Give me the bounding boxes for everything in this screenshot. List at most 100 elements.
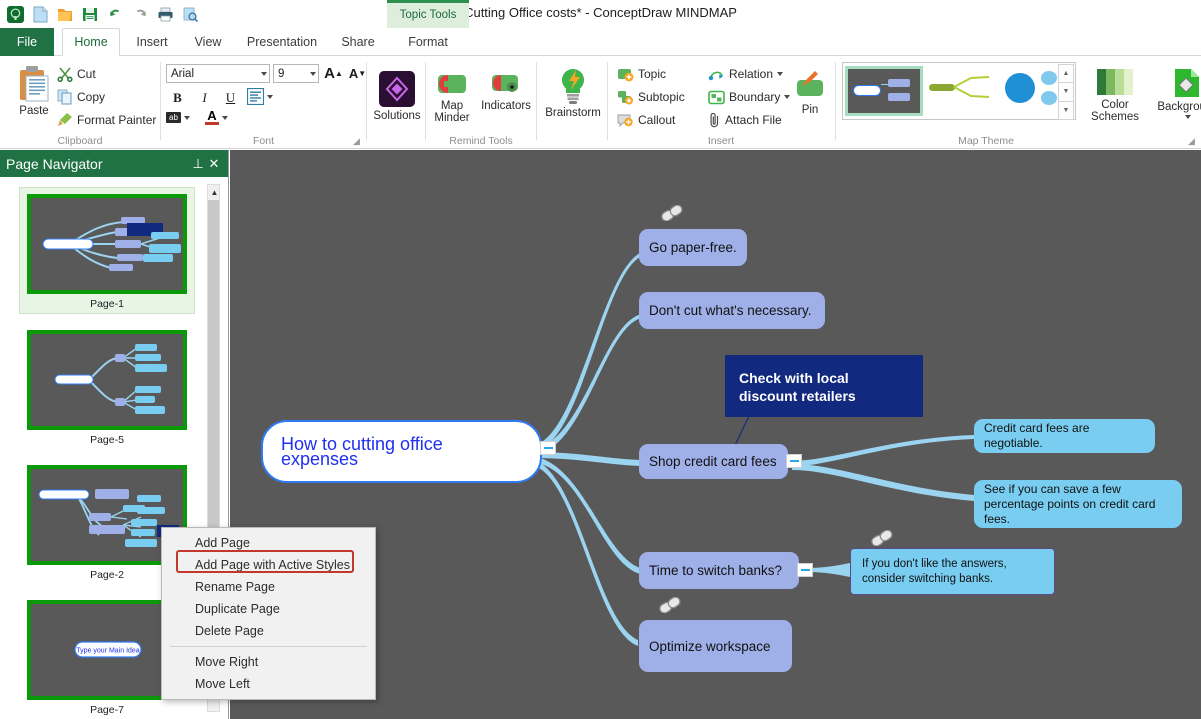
topic-go-paper-free[interactable]: Go paper-free. [639,229,747,266]
tab-insert[interactable]: Insert [124,28,180,56]
insert-topic-button[interactable]: Topic [614,64,669,84]
ribbon-group-clipboard: Paste Cut Copy Format Painter Clipboard [0,56,160,149]
page-context-menu[interactable]: Add Page Add Page with Active Styles Ren… [161,527,376,700]
menu-item-add-page-with-active-styles[interactable]: Add Page with Active Styles [162,554,375,576]
close-icon[interactable]: ✕ [206,156,222,172]
paste-icon [20,66,49,102]
chevron-down-icon[interactable] [261,71,267,76]
font-group-title: Font [252,135,274,147]
italic-button[interactable]: I [193,87,216,109]
font-color-swatch [205,122,219,125]
tab-file[interactable]: File [0,28,54,56]
brainstorm-button[interactable]: Brainstorm [542,65,604,121]
align-button[interactable] [247,88,273,105]
menu-item-duplicate-page[interactable]: Duplicate Page [162,598,375,620]
topic-dont-cut-whats-necessary[interactable]: Don't cut what's necessary. [639,292,825,329]
tab-share[interactable]: Share [332,28,384,56]
menu-item-move-left[interactable]: Move Left [162,673,375,695]
color-schemes-button[interactable]: Color Schemes [1084,65,1146,125]
pin-label: Pin [801,104,819,116]
shop-credit-card-fees-collapse-toggle[interactable] [786,454,802,468]
font-family-combobox[interactable]: Arial [166,64,270,83]
paintbrush-icon [58,113,72,126]
page-item-1[interactable]: Page-1 [19,187,195,314]
topic-check-local-discount-retailers[interactable]: Check with local discount retailers [725,355,923,417]
page-label: Page-5 [90,434,124,446]
scrollbar-thumb[interactable] [208,200,219,555]
chevron-down-icon[interactable] [310,71,316,76]
topic-time-to-switch-banks[interactable]: Time to switch banks? [639,552,799,589]
gallery-scroll-buttons[interactable]: ▲ ▼ ▼ [1058,64,1074,120]
central-topic-collapse-toggle[interactable] [540,441,556,455]
contextual-tools-topic-tools: Topic Tools [387,0,469,28]
callout-switching-banks[interactable]: If you don't like the answers, consider … [850,548,1055,595]
redo-icon[interactable] [129,3,151,25]
tab-view[interactable]: View [184,28,232,56]
underline-button[interactable]: U [219,87,242,109]
insert-boundary-button[interactable]: Boundary [705,87,793,107]
map-theme-thumb-3[interactable] [999,66,1067,116]
insert-subtopic-button[interactable]: Subtopic [614,87,688,107]
chevron-down-icon[interactable] [267,94,273,99]
app-logo-icon[interactable] [4,3,26,25]
gallery-more-icon[interactable]: ▼ [1058,101,1074,120]
bold-button[interactable]: B [166,87,189,109]
paste-button[interactable]: Paste [10,63,58,119]
print-icon[interactable] [154,3,176,25]
undo-icon[interactable] [104,3,126,25]
insert-callout-button[interactable]: Callout [614,110,678,130]
subtopic-icon [618,90,633,104]
solutions-label: Solutions [373,110,421,122]
menu-item-rename-page[interactable]: Rename Page [162,576,375,598]
font-size-combobox[interactable]: 9 [273,64,319,83]
open-folder-icon[interactable] [54,3,76,25]
cut-button[interactable]: Cut [54,64,99,84]
tab-format[interactable]: Format [392,28,464,56]
topic-shop-credit-card-fees[interactable]: Shop credit card fees [639,444,788,479]
font-color-button[interactable]: A [205,109,228,125]
ribbon-group-brainstorm: Brainstorm [537,56,607,149]
copy-button[interactable]: Copy [54,87,108,107]
chevron-down-icon[interactable] [222,115,228,120]
chevron-down-icon[interactable] [183,115,190,120]
indicators-button[interactable]: Indicators [478,68,534,114]
relation-icon [708,71,723,80]
print-preview-icon[interactable] [179,3,201,25]
gallery-scroll-up-icon[interactable]: ▲ [1058,64,1074,84]
highlight-button[interactable]: ab [166,112,190,123]
topic-optimize-workspace[interactable]: Optimize workspace [639,620,792,672]
solutions-button[interactable]: Solutions [372,68,422,124]
menu-item-delete-page[interactable]: Delete Page [162,620,375,642]
pin-button[interactable]: Pin [788,68,832,118]
save-icon[interactable] [79,3,101,25]
map-theme-dialog-launcher[interactable]: ◢ [1188,136,1198,146]
menu-item-move-right[interactable]: Move Right [162,651,375,673]
format-painter-button[interactable]: Format Painter [54,110,159,130]
tab-presentation[interactable]: Presentation [236,28,328,56]
attach-file-button[interactable]: Attach File [705,110,785,130]
pin-icon[interactable]: ⊥ [190,156,206,172]
format-painter-label: Format Painter [77,113,157,127]
chevron-down-icon[interactable] [1185,115,1191,119]
grow-font-button[interactable]: A ▲ [322,62,345,84]
subtopic-credit-card-fees-negotiable[interactable]: Credit card fees are negotiable. [974,419,1155,453]
scroll-up-icon[interactable]: ▲ [208,185,221,200]
cut-label: Cut [77,67,96,81]
time-to-switch-banks-collapse-toggle[interactable] [797,563,813,577]
insert-relation-button[interactable]: Relation [705,64,786,84]
map-minder-button[interactable]: Map Minder [428,68,476,126]
font-dialog-launcher[interactable]: ◢ [353,136,363,146]
map-theme-thumb-1[interactable] [845,66,923,116]
subtopic-save-percentage-points[interactable]: See if you can save a few percentage poi… [974,480,1182,528]
gallery-scroll-down-icon[interactable]: ▼ [1058,83,1074,102]
map-theme-thumb-2[interactable] [927,66,995,116]
background-button[interactable]: Background [1152,65,1201,121]
chevron-down-icon[interactable] [777,72,784,76]
tab-home[interactable]: Home [62,28,120,56]
central-topic[interactable]: How to cutting office expenses [261,420,542,483]
page-item-2[interactable]: Page-5 [19,324,195,449]
color-schemes-label: Color Schemes [1091,99,1139,123]
map-theme-gallery[interactable]: ▲ ▼ ▼ [842,62,1076,120]
new-document-icon[interactable] [29,3,51,25]
menu-item-add-page[interactable]: Add Page [162,532,375,554]
